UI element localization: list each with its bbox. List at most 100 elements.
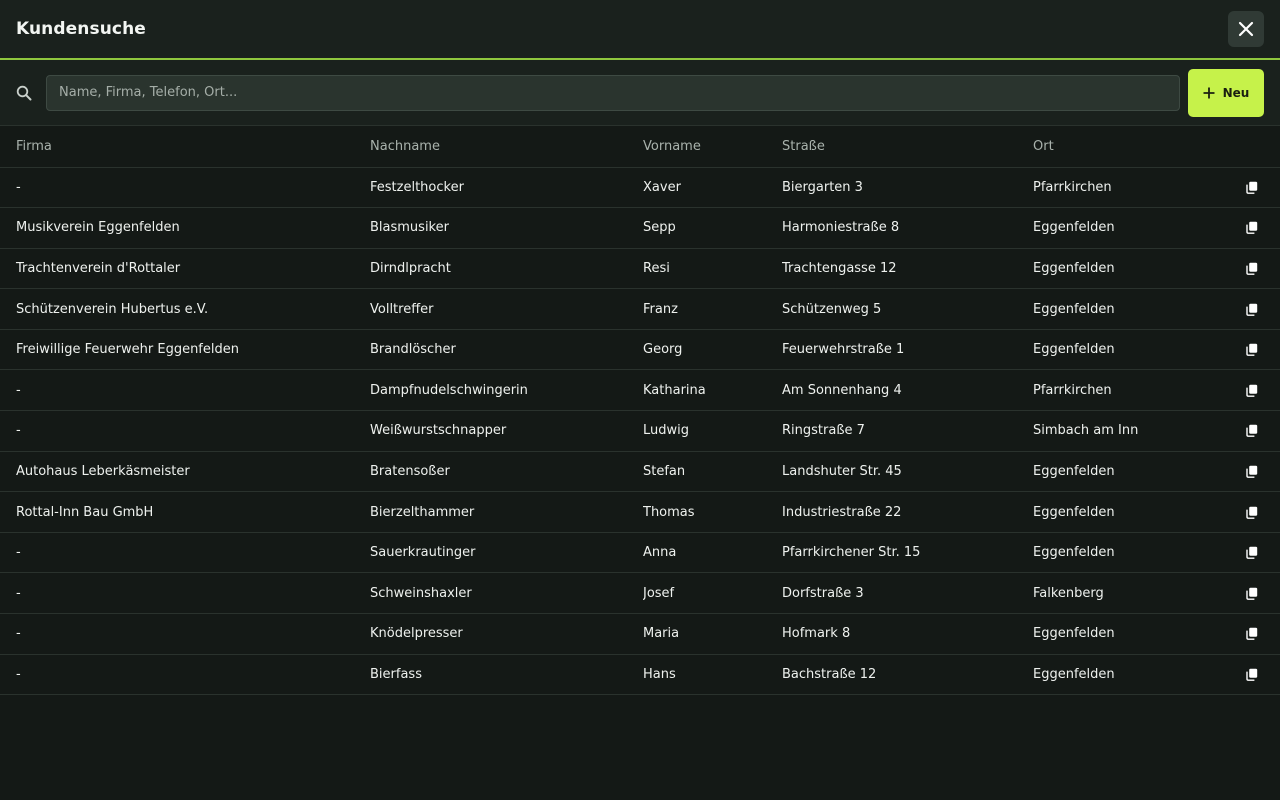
plus-icon	[1203, 87, 1215, 98]
table-row[interactable]: Schützenverein Hubertus e.V. Volltreffer F…	[0, 288, 1280, 330]
cell-ort: Eggenfelden	[1033, 532, 1220, 574]
table-row[interactable]: Rottal-Inn Bau GmbH Bierzelthammer Thomas I…	[0, 491, 1280, 533]
copy-icon[interactable]	[1246, 465, 1258, 478]
cell-nachname: Schweinshaxler	[370, 572, 643, 615]
cell-nachname: Brandlöscher	[370, 329, 643, 371]
cell-ort: Simbach am Inn	[1033, 410, 1220, 452]
cell-nachname: Bratensoßer	[370, 451, 643, 493]
copy-icon[interactable]	[1246, 587, 1258, 600]
cell-strasse: Industriestraße 22	[782, 491, 1033, 533]
table-header-row: Firma Nachname Vorname Straße Ort	[0, 126, 1280, 168]
table-row[interactable]: - Schweinshaxler Josef Dorfstraße 3 Falkenbe…	[0, 572, 1280, 615]
cell-firma: -	[0, 613, 370, 655]
cell-nachname: Volltreffer	[370, 288, 643, 330]
cell-ort: Eggenfelden	[1033, 288, 1220, 330]
cell-strasse: Landshuter Str. 45	[782, 451, 1033, 493]
page-title: Kundensuche	[16, 19, 146, 39]
search-input[interactable]	[46, 74, 1180, 111]
row-actions	[1220, 369, 1280, 412]
cell-nachname: Dampfnudelschwingerin	[370, 369, 643, 412]
row-actions	[1220, 654, 1280, 696]
cell-nachname: Bierzelthammer	[370, 491, 643, 533]
cell-firma: Musikverein Eggenfelden	[0, 207, 370, 249]
cell-ort: Falkenberg	[1033, 572, 1220, 615]
cell-ort: Eggenfelden	[1033, 329, 1220, 371]
table-row[interactable]: Musikverein Eggenfelden Blasmusiker Sepp Ha…	[0, 207, 1280, 249]
copy-icon[interactable]	[1246, 668, 1258, 681]
copy-icon[interactable]	[1246, 384, 1258, 397]
column-header-vorname[interactable]: Vorname	[643, 126, 782, 168]
table-row[interactable]: - Bierfass Hans Bachstraße 12 Eggenfelden	[0, 654, 1280, 696]
copy-icon[interactable]	[1246, 221, 1258, 235]
customer-table: Firma Nachname Vorname Straße Ort - Festz…	[0, 126, 1280, 696]
cell-nachname: Dirndlpracht	[370, 248, 643, 290]
copy-icon[interactable]	[1246, 262, 1258, 275]
search-toolbar: Neu	[0, 60, 1280, 126]
row-actions	[1220, 329, 1280, 371]
cell-strasse: Dorfstraße 3	[782, 572, 1033, 615]
cell-strasse: Ringstraße 7	[782, 410, 1033, 452]
copy-icon[interactable]	[1246, 506, 1258, 519]
cell-firma: -	[0, 369, 370, 412]
copy-icon[interactable]	[1246, 303, 1258, 316]
close-button[interactable]	[1228, 11, 1264, 47]
row-actions	[1220, 613, 1280, 655]
row-actions	[1220, 288, 1280, 330]
row-actions	[1220, 167, 1280, 209]
cell-vorname: Maria	[643, 613, 782, 655]
copy-icon[interactable]	[1246, 627, 1258, 641]
cell-strasse: Am Sonnenhang 4	[782, 369, 1033, 412]
table-row[interactable]: - Knödelpresser Maria Hofmark 8 Eggenfelden	[0, 613, 1280, 655]
cell-firma: Trachtenverein d'Rottaler	[0, 248, 370, 290]
new-button-label: Neu	[1222, 85, 1250, 100]
cell-firma: -	[0, 167, 370, 209]
cell-firma: Freiwillige Feuerwehr Eggenfelden	[0, 329, 370, 371]
row-actions	[1220, 207, 1280, 249]
table-row[interactable]: - Festzelthocker Xaver Biergarten 3 Pfarrkir…	[0, 167, 1280, 209]
table-row[interactable]: - Dampfnudelschwingerin Katharina Am Sonnen…	[0, 369, 1280, 412]
cell-firma: -	[0, 654, 370, 696]
row-actions	[1220, 451, 1280, 493]
column-header-firma[interactable]: Firma	[0, 126, 370, 168]
table-row[interactable]: Trachtenverein d'Rottaler Dirndlpracht Res…	[0, 248, 1280, 290]
close-icon	[1238, 21, 1254, 37]
cell-ort: Eggenfelden	[1033, 491, 1220, 533]
cell-vorname: Xaver	[643, 167, 782, 209]
table-row[interactable]: Freiwillige Feuerwehr Eggenfelden Brandlö…	[0, 329, 1280, 371]
copy-icon[interactable]	[1246, 546, 1258, 560]
cell-firma: -	[0, 572, 370, 615]
cell-vorname: Anna	[643, 532, 782, 574]
cell-nachname: Festzelthocker	[370, 167, 643, 209]
cell-strasse: Schützenweg 5	[782, 288, 1033, 330]
copy-icon[interactable]	[1246, 424, 1258, 438]
cell-vorname: Thomas	[643, 491, 782, 533]
cell-nachname: Weißwurstschnapper	[370, 410, 643, 452]
table-row[interactable]: - Weißwurstschnapper Ludwig Ringstraße 7 Sim…	[0, 410, 1280, 452]
table-row[interactable]: Autohaus Leberkäsmeister Bratensoßer Stefa…	[0, 451, 1280, 493]
new-customer-button[interactable]: Neu	[1188, 68, 1264, 117]
copy-icon[interactable]	[1246, 181, 1258, 194]
cell-firma: Autohaus Leberkäsmeister	[0, 451, 370, 493]
cell-firma: -	[0, 410, 370, 452]
column-header-ort[interactable]: Ort	[1033, 126, 1220, 168]
row-actions	[1220, 532, 1280, 574]
cell-strasse: Feuerwehrstraße 1	[782, 329, 1033, 371]
cell-ort: Eggenfelden	[1033, 654, 1220, 696]
table-row[interactable]: - Sauerkrautinger Anna Pfarrkirchener Str. …	[0, 532, 1280, 574]
cell-ort: Eggenfelden	[1033, 207, 1220, 249]
cell-nachname: Bierfass	[370, 654, 643, 696]
cell-firma: -	[0, 532, 370, 574]
cell-ort: Eggenfelden	[1033, 451, 1220, 493]
cell-ort: Pfarrkirchen	[1033, 167, 1220, 209]
cell-nachname: Knödelpresser	[370, 613, 643, 655]
cell-strasse: Hofmark 8	[782, 613, 1033, 655]
column-header-strasse[interactable]: Straße	[782, 126, 1033, 168]
cell-vorname: Ludwig	[643, 410, 782, 452]
column-header-nachname[interactable]: Nachname	[370, 126, 643, 168]
copy-icon[interactable]	[1246, 343, 1258, 357]
cell-ort: Eggenfelden	[1033, 613, 1220, 655]
cell-vorname: Resi	[643, 248, 782, 290]
cell-ort: Pfarrkirchen	[1033, 369, 1220, 412]
search-icon-wrap	[16, 85, 46, 101]
cell-nachname: Sauerkrautinger	[370, 532, 643, 574]
